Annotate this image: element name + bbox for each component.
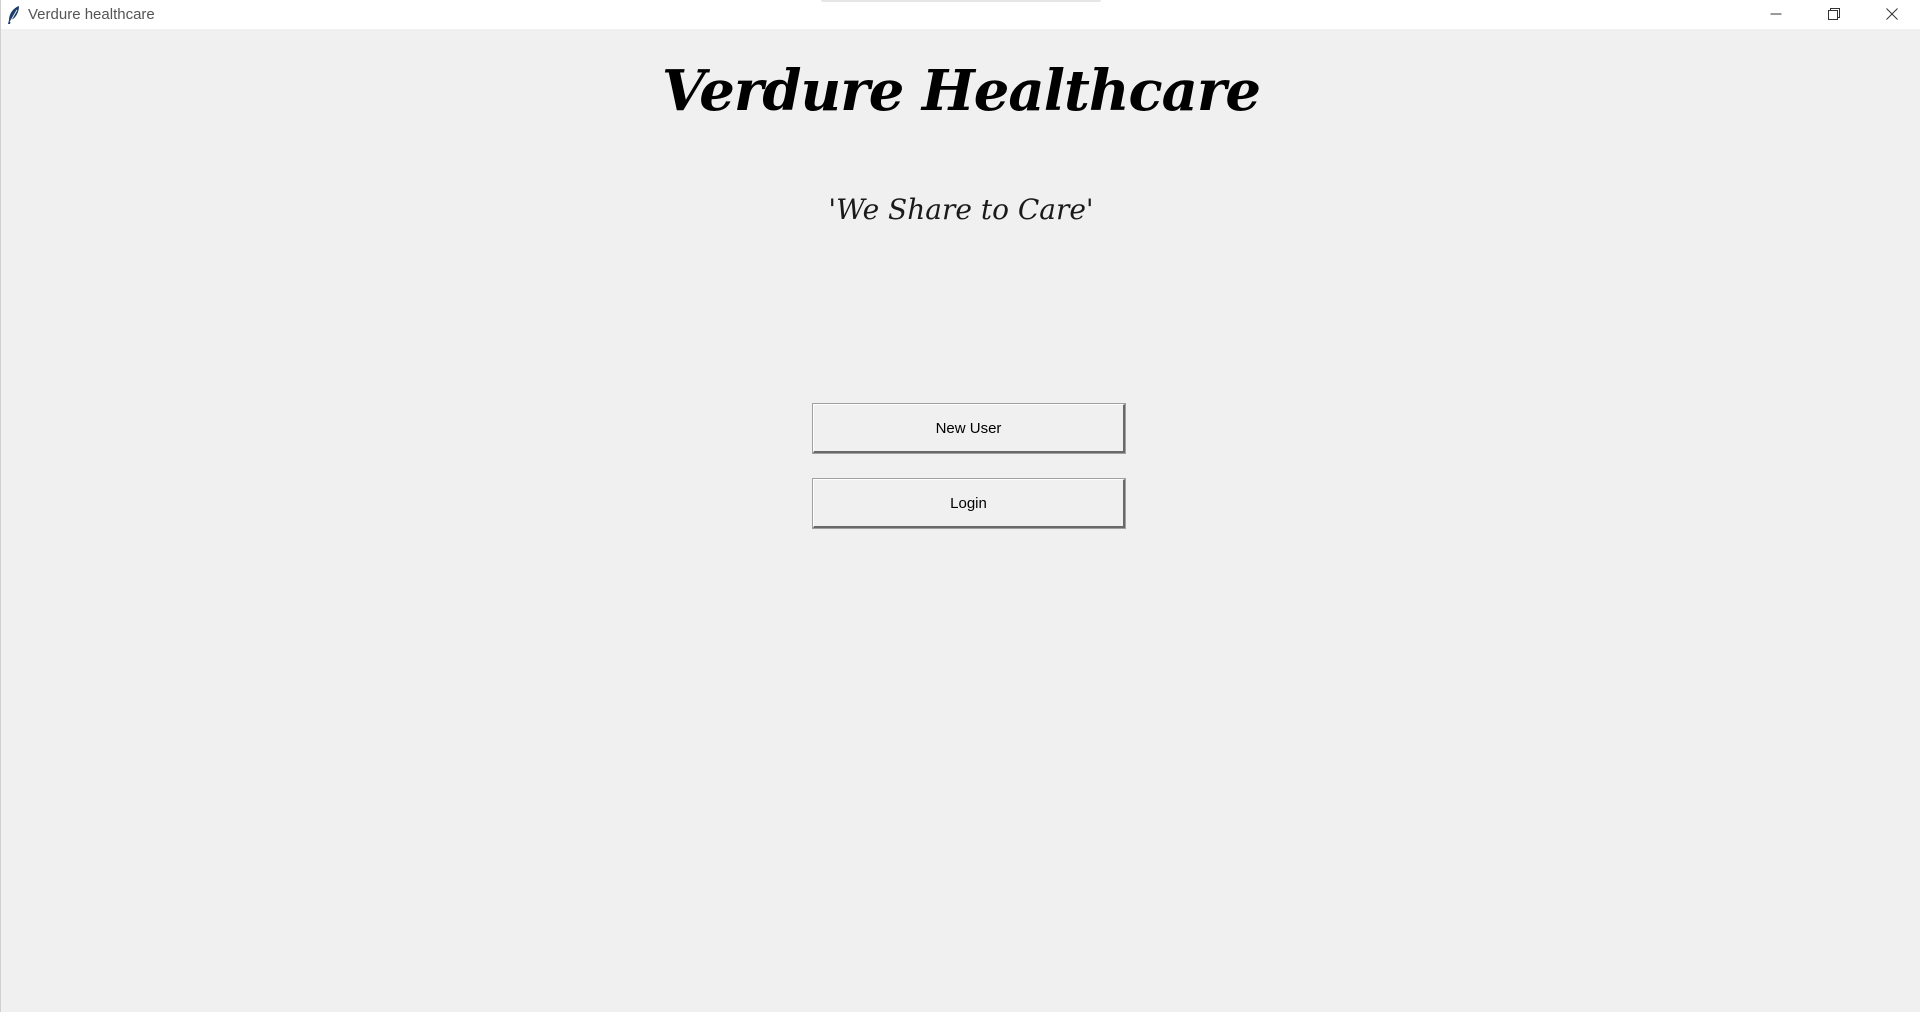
close-button[interactable] [1863, 0, 1920, 29]
window-title: Verdure healthcare [28, 6, 155, 23]
restore-button[interactable] [1805, 0, 1863, 29]
app-heading: Verdure Healthcare [661, 58, 1261, 124]
window-controls [1747, 0, 1920, 29]
app-window: Verdure healthcare Verdure Healthcare 'W… [0, 0, 1920, 1012]
close-icon [1886, 5, 1898, 24]
minimize-icon [1770, 5, 1782, 24]
restore-icon [1828, 5, 1840, 24]
login-button[interactable]: Login [812, 478, 1126, 529]
title-bar[interactable]: Verdure healthcare [1, 0, 1920, 29]
feather-icon [3, 0, 25, 29]
title-notch [821, 0, 1101, 2]
tagline: 'We Share to Care' [828, 193, 1094, 226]
minimize-button[interactable] [1747, 0, 1805, 29]
new-user-button[interactable]: New User [812, 403, 1126, 454]
